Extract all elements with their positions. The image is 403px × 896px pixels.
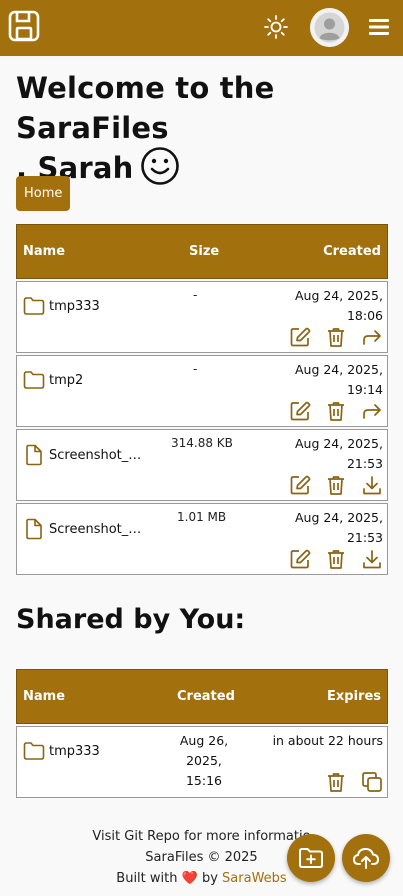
file-size: 1.01 MB — [177, 510, 227, 524]
created-date: Aug 24, 2025, — [294, 436, 383, 451]
created-date: Aug 26, 2025, — [179, 733, 229, 768]
footer-brand-link[interactable]: SaraWebs — [222, 871, 287, 886]
heart-icon: ❤️ — [181, 871, 198, 886]
download-icon[interactable] — [361, 474, 383, 496]
shared-expires: in about 22 hours — [272, 733, 383, 748]
folder-icon — [23, 297, 45, 315]
file-created: Aug 24, 2025, 21:53 — [295, 508, 383, 548]
created-time: 21:53 — [346, 530, 383, 545]
created-time: 19:14 — [346, 382, 383, 397]
edit-icon[interactable] — [289, 548, 311, 570]
welcome-heading: Welcome to the SaraFiles , Sarah — [16, 68, 396, 190]
file-size: - — [193, 362, 198, 376]
table-row[interactable]: tmp2 - Aug 24, 2025, 19:14 — [16, 355, 388, 427]
shared-created: Aug 26, 2025, 15:16 — [160, 731, 248, 791]
file-icon — [26, 518, 42, 540]
copy-icon[interactable] — [361, 771, 383, 793]
edit-icon[interactable] — [289, 400, 311, 422]
smiley-icon — [140, 147, 179, 185]
upload-button[interactable] — [342, 834, 390, 882]
row-name[interactable]: tmp333 — [23, 741, 100, 761]
file-name[interactable]: Screenshot_… — [49, 448, 141, 463]
top-bar — [0, 0, 403, 56]
user-avatar-icon[interactable] — [310, 8, 349, 47]
sun-icon[interactable] — [263, 14, 289, 40]
column-name[interactable]: Name — [23, 244, 65, 259]
row-actions — [289, 326, 383, 348]
folder-icon — [23, 371, 45, 389]
files-table-header: Name Size Created — [16, 224, 388, 279]
row-actions — [325, 771, 383, 793]
file-created: Aug 24, 2025, 21:53 — [295, 434, 383, 474]
new-folder-button[interactable] — [287, 834, 335, 882]
share-arrow-icon[interactable] — [361, 326, 383, 348]
created-date: Aug 24, 2025, — [294, 288, 383, 303]
column-size[interactable]: Size — [189, 244, 219, 259]
share-arrow-icon[interactable] — [361, 400, 383, 422]
row-name[interactable]: Screenshot_… — [23, 518, 141, 540]
file-name[interactable]: Screenshot_… — [49, 522, 141, 537]
row-name[interactable]: tmp2 — [23, 370, 83, 390]
hamburger-icon[interactable] — [368, 16, 390, 38]
file-name[interactable]: tmp333 — [49, 299, 100, 314]
file-created: Aug 24, 2025, 18:06 — [295, 286, 383, 326]
row-actions — [289, 400, 383, 422]
download-icon[interactable] — [361, 548, 383, 570]
folder-icon — [23, 742, 45, 760]
breadcrumb-home[interactable]: Home — [16, 176, 71, 211]
footer-built-with: Built with ❤️ by SaraWebs — [116, 871, 287, 886]
row-actions — [289, 474, 383, 496]
files-table: Name Size Created tmp333 - Aug 24, 2025,… — [16, 224, 388, 575]
delete-icon[interactable] — [325, 548, 347, 570]
file-name[interactable]: tmp2 — [49, 373, 83, 388]
file-icon — [26, 444, 42, 466]
column-name[interactable]: Name — [23, 689, 65, 704]
table-row[interactable]: Screenshot_… 1.01 MB Aug 24, 2025, 21:53 — [16, 503, 388, 575]
created-time: 21:53 — [346, 456, 383, 471]
folder-add-icon — [299, 848, 323, 868]
edit-icon[interactable] — [289, 474, 311, 496]
created-date: Aug 24, 2025, — [294, 362, 383, 377]
table-row[interactable]: Screenshot_… 314.88 KB Aug 24, 2025, 21:… — [16, 429, 388, 501]
created-time: 18:06 — [346, 308, 383, 323]
file-created: Aug 24, 2025, 19:14 — [295, 360, 383, 400]
shared-name[interactable]: tmp333 — [49, 744, 100, 759]
created-date: Aug 24, 2025, — [294, 510, 383, 525]
column-created[interactable]: Created — [177, 689, 235, 704]
footer-repo-text[interactable]: Visit Git Repo for more informatio — [0, 826, 403, 847]
welcome-line-1: Welcome to the SaraFiles — [16, 71, 275, 145]
created-time: 15:16 — [185, 773, 223, 788]
table-row[interactable]: tmp333 Aug 26, 2025, 15:16 in about 22 h… — [16, 726, 388, 798]
shared-table-header: Name Created Expires — [16, 669, 388, 724]
save-floppy-icon[interactable] — [8, 10, 40, 42]
shared-table: Name Created Expires tmp333 Aug 26, 2025… — [16, 669, 388, 798]
row-name[interactable]: Screenshot_… — [23, 444, 141, 466]
delete-icon[interactable] — [325, 771, 347, 793]
edit-icon[interactable] — [289, 326, 311, 348]
file-size: 314.88 KB — [171, 436, 233, 450]
row-name[interactable]: tmp333 — [23, 296, 100, 316]
delete-icon[interactable] — [325, 400, 347, 422]
file-size: - — [193, 288, 198, 302]
column-created[interactable]: Created — [323, 244, 381, 259]
delete-icon[interactable] — [325, 474, 347, 496]
shared-section-title: Shared by You: — [16, 604, 246, 635]
delete-icon[interactable] — [325, 326, 347, 348]
row-actions — [289, 548, 383, 570]
table-row[interactable]: tmp333 - Aug 24, 2025, 18:06 — [16, 281, 388, 353]
column-expires[interactable]: Expires — [327, 689, 381, 704]
cloud-upload-icon — [352, 847, 380, 869]
